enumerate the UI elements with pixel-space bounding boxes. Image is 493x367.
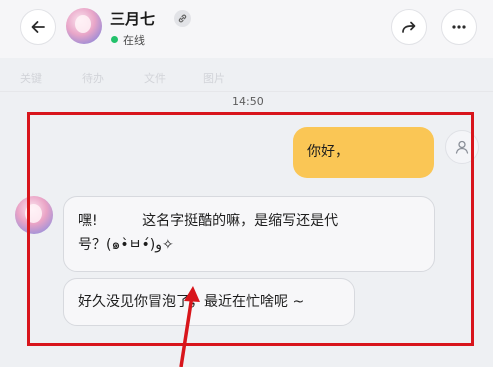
tab-key[interactable]: 关键: [20, 70, 42, 86]
contact-avatar[interactable]: [66, 8, 102, 44]
link-badge[interactable]: [174, 10, 191, 27]
online-indicator: [111, 36, 118, 43]
tab-files[interactable]: 文件: [144, 70, 166, 86]
more-options-button[interactable]: [441, 9, 477, 45]
back-arrow-icon: [31, 21, 45, 33]
message-timestamp: 14:50: [232, 95, 264, 108]
tab-bar: 关键 待办 文件 图片: [0, 60, 493, 92]
chat-header: 三月七 在线: [0, 0, 493, 58]
share-button[interactable]: [391, 9, 427, 45]
share-icon: [402, 21, 416, 33]
more-icon: [452, 25, 466, 29]
back-button[interactable]: [20, 9, 56, 45]
tab-todo[interactable]: 待办: [82, 70, 104, 86]
tab-images[interactable]: 图片: [203, 70, 225, 86]
link-icon: [178, 14, 187, 23]
online-status: 在线: [123, 34, 145, 47]
annotation-highlight-box: [27, 112, 474, 346]
contact-name[interactable]: 三月七: [110, 8, 155, 29]
